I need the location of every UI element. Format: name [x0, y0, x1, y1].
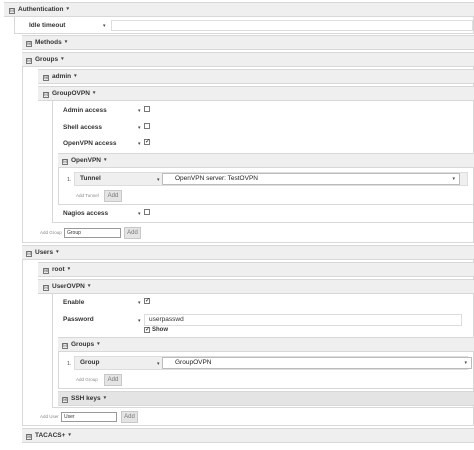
- chevron-down-icon[interactable]: ▾: [138, 108, 141, 114]
- user-userovpn-header[interactable]: ⊟ UserOVPN ▾: [38, 279, 474, 294]
- chevron-down-icon[interactable]: ▾: [68, 266, 71, 272]
- groups-header[interactable]: ⊟ Groups ▾: [22, 52, 474, 67]
- idle-timeout-label: Idle timeout: [29, 22, 66, 29]
- user-root-title: root: [52, 265, 65, 273]
- chevron-down-icon[interactable]: ▾: [138, 300, 141, 306]
- chevron-down-icon[interactable]: ▾: [88, 283, 91, 289]
- chevron-down-icon[interactable]: ▾: [56, 249, 59, 255]
- chevron-down-icon[interactable]: ▾: [65, 39, 68, 45]
- chevron-down-icon[interactable]: ▾: [157, 361, 160, 367]
- chevron-down-icon[interactable]: ▾: [138, 211, 141, 217]
- nagios-access-label: Nagios access: [63, 210, 109, 217]
- chevron-down-icon[interactable]: ▾: [157, 177, 160, 183]
- collapse-icon[interactable]: ⊟: [43, 91, 49, 98]
- chevron-down-icon[interactable]: ▾: [104, 395, 107, 401]
- show-password-label: Show: [152, 327, 168, 333]
- methods-header[interactable]: ⊞ Methods ▾: [22, 35, 474, 50]
- expand-icon[interactable]: ⊞: [43, 74, 49, 81]
- authentication-header[interactable]: ⊟ Authentication ▾: [4, 2, 474, 17]
- users-title: Users: [35, 248, 54, 256]
- openvpn-title: OpenVPN: [71, 156, 101, 164]
- add-tunnel-placeholder[interactable]: Add Tunnel: [76, 193, 99, 198]
- nagios-access-checkbox[interactable]: [144, 209, 150, 215]
- group-row-index: 1.: [67, 361, 72, 367]
- chevron-down-icon[interactable]: ▾: [138, 125, 141, 131]
- enable-checkbox[interactable]: ✓: [144, 298, 150, 304]
- chevron-down-icon[interactable]: ▾: [74, 73, 77, 79]
- tunnel-row-index: 1.: [67, 177, 72, 183]
- user-groups-header[interactable]: ⊟ Groups ▾: [58, 337, 474, 352]
- openvpn-access-label: OpenVPN access: [63, 140, 117, 147]
- expand-icon[interactable]: ⊞: [26, 433, 32, 440]
- add-user-group-placeholder[interactable]: Add Group: [76, 377, 98, 382]
- user-userovpn-title: UserOVPN: [52, 282, 85, 290]
- openvpn-access-checkbox[interactable]: ✓: [144, 139, 150, 145]
- password-label: Password: [63, 316, 94, 323]
- methods-title: Methods: [35, 38, 62, 46]
- password-input[interactable]: userpasswd: [144, 314, 462, 326]
- expand-icon[interactable]: ⊞: [26, 40, 32, 47]
- group-selected: GroupOVPN: [175, 359, 212, 366]
- ssh-keys-title: SSH keys: [71, 394, 101, 402]
- add-user-button[interactable]: Add: [121, 411, 138, 423]
- add-user-group-button[interactable]: Add: [104, 374, 122, 386]
- tunnel-selected: OpenVPN server: TestOVPN: [175, 175, 258, 182]
- chevron-down-icon[interactable]: ▾: [93, 90, 96, 96]
- collapse-icon[interactable]: ⊟: [26, 250, 32, 257]
- shell-access-label: Shell access: [63, 124, 103, 131]
- authentication-title: Authentication: [18, 5, 64, 13]
- ssh-keys-header[interactable]: ⊞ SSH keys ▾: [58, 391, 474, 406]
- show-password-checkbox[interactable]: ✓: [144, 327, 150, 333]
- tacacs-header[interactable]: ⊞ TACACS+ ▾: [22, 428, 474, 443]
- password-value: userpasswd: [149, 316, 184, 323]
- group-label: Group: [80, 359, 100, 366]
- chevron-down-icon[interactable]: ▾: [138, 141, 141, 147]
- chevron-down-icon[interactable]: ▾: [452, 174, 455, 184]
- openvpn-header[interactable]: ⊟ OpenVPN ▾: [58, 153, 474, 168]
- add-group-button[interactable]: Add: [124, 227, 141, 239]
- add-tunnel-button[interactable]: Add: [104, 190, 122, 202]
- tunnel-label: Tunnel: [80, 175, 101, 182]
- groups-title: Groups: [35, 55, 59, 63]
- chevron-down-icon[interactable]: ▾: [464, 358, 467, 368]
- group-admin-header[interactable]: ⊞ admin ▾: [38, 69, 474, 84]
- group-groupovpn-title: GroupOVPN: [52, 89, 90, 97]
- collapse-icon[interactable]: ⊟: [43, 284, 49, 291]
- group-groupovpn-header[interactable]: ⊟ GroupOVPN ▾: [38, 86, 474, 101]
- collapse-icon[interactable]: ⊟: [26, 57, 32, 64]
- add-group-input[interactable]: Group: [64, 228, 121, 238]
- tacacs-title: TACACS+: [35, 431, 66, 439]
- idle-timeout-input[interactable]: [111, 20, 473, 31]
- users-header[interactable]: ⊟ Users ▾: [22, 245, 474, 260]
- chevron-down-icon[interactable]: ▾: [103, 23, 106, 29]
- add-user-input[interactable]: User: [61, 412, 117, 422]
- chevron-down-icon[interactable]: ▾: [68, 432, 71, 438]
- add-group-label: Add Group: [40, 230, 62, 235]
- expand-icon[interactable]: ⊞: [43, 267, 49, 274]
- group-select[interactable]: GroupOVPN ▾: [162, 357, 472, 369]
- collapse-icon[interactable]: ⊟: [9, 7, 15, 14]
- add-user-label: Add User: [40, 414, 59, 419]
- idle-timeout-row: Idle timeout ▾: [14, 17, 474, 34]
- group-admin-title: admin: [52, 72, 72, 80]
- user-groups-title: Groups: [71, 340, 95, 348]
- enable-label: Enable: [63, 299, 85, 306]
- admin-access-label: Admin access: [63, 107, 107, 114]
- collapse-icon[interactable]: ⊟: [62, 158, 68, 165]
- chevron-down-icon[interactable]: ▾: [67, 6, 70, 12]
- collapse-icon[interactable]: ⊟: [62, 342, 68, 349]
- user-root-header[interactable]: ⊞ root ▾: [38, 262, 474, 277]
- expand-icon[interactable]: ⊞: [62, 396, 68, 403]
- tunnel-select[interactable]: OpenVPN server: TestOVPN ▾: [162, 173, 460, 185]
- chevron-down-icon[interactable]: ▾: [138, 318, 141, 324]
- chevron-down-icon[interactable]: ▾: [61, 56, 64, 62]
- chevron-down-icon[interactable]: ▾: [97, 341, 100, 347]
- shell-access-checkbox[interactable]: [144, 123, 150, 129]
- chevron-down-icon[interactable]: ▾: [104, 157, 107, 163]
- admin-access-checkbox[interactable]: [144, 106, 150, 112]
